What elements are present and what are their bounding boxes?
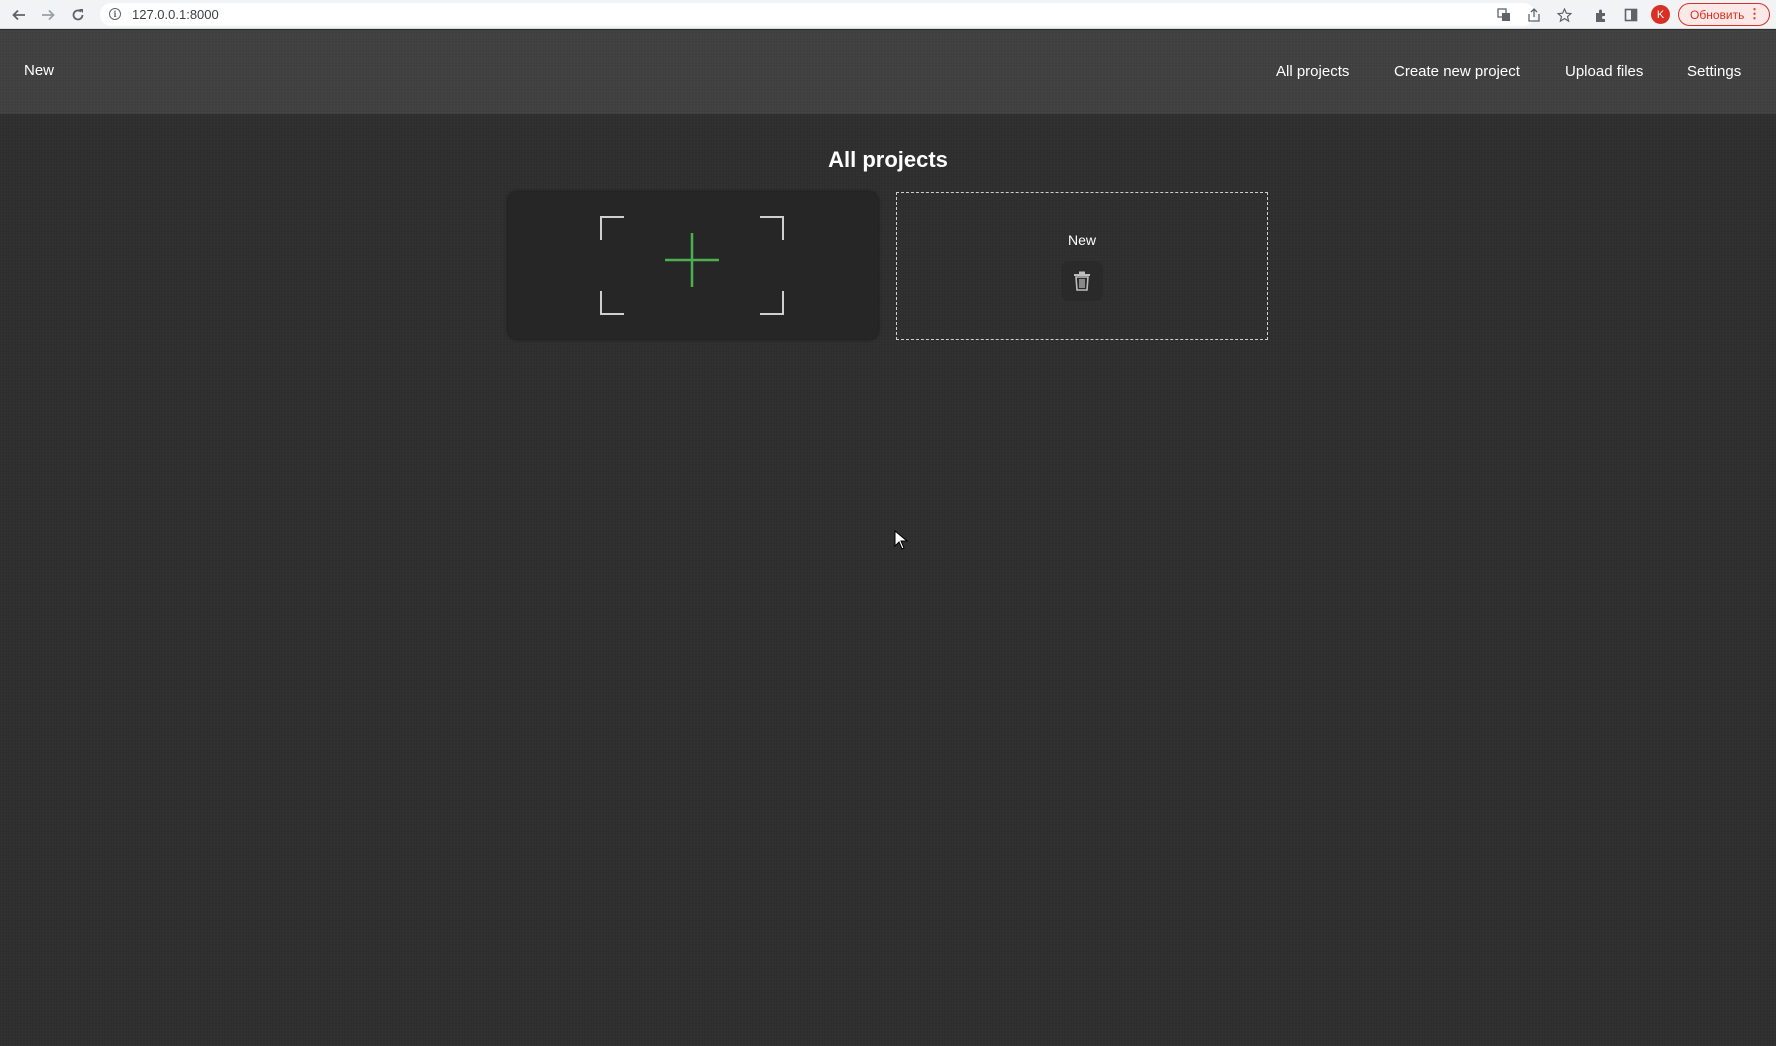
project-card[interactable]: New (896, 192, 1268, 340)
update-button[interactable]: Обновить ⋮ (1678, 3, 1770, 26)
nav-all-projects[interactable]: All projects (1276, 63, 1349, 80)
trash-icon (1074, 271, 1090, 291)
address-bar[interactable]: i 127.0.0.1:8000 (100, 3, 1572, 26)
share-icon[interactable] (1525, 6, 1543, 24)
extensions-icon[interactable] (1590, 4, 1612, 26)
app-header: New All projects Create new project Uplo… (0, 30, 1776, 114)
brand-project-name[interactable]: New (24, 62, 54, 79)
update-button-label: Обновить (1690, 7, 1745, 22)
site-info-icon[interactable]: i (109, 8, 121, 20)
reload-icon[interactable] (67, 4, 89, 26)
nav-upload-files[interactable]: Upload files (1565, 63, 1643, 80)
nav-settings[interactable]: Settings (1687, 63, 1741, 80)
nav-create-new-project[interactable]: Create new project (1394, 63, 1520, 80)
back-icon[interactable] (8, 4, 30, 26)
main-content: All projects New (0, 114, 1776, 1046)
frame-corner-bottom-left (600, 291, 624, 315)
forward-icon[interactable] (37, 4, 59, 26)
frame-corner-bottom-right (760, 291, 784, 315)
bookmark-star-icon[interactable] (1555, 6, 1573, 24)
page-title: All projects (828, 147, 948, 172)
delete-project-button[interactable] (1061, 261, 1103, 301)
add-project-card[interactable] (508, 192, 878, 339)
translate-icon[interactable] (1495, 6, 1513, 24)
frame-corner-top-left (600, 216, 624, 240)
frame-corner-top-right (760, 216, 784, 240)
project-name[interactable]: New (897, 232, 1267, 248)
profile-avatar[interactable]: K (1651, 5, 1670, 24)
menu-dots-icon: ⋮ (1748, 6, 1761, 21)
plus-icon (665, 233, 719, 287)
side-panel-icon[interactable] (1620, 4, 1642, 26)
mouse-cursor-icon (894, 530, 908, 550)
browser-toolbar: i 127.0.0.1:8000 K Обновить ⋮ (0, 0, 1776, 29)
url-text[interactable]: 127.0.0.1:8000 (132, 7, 219, 22)
